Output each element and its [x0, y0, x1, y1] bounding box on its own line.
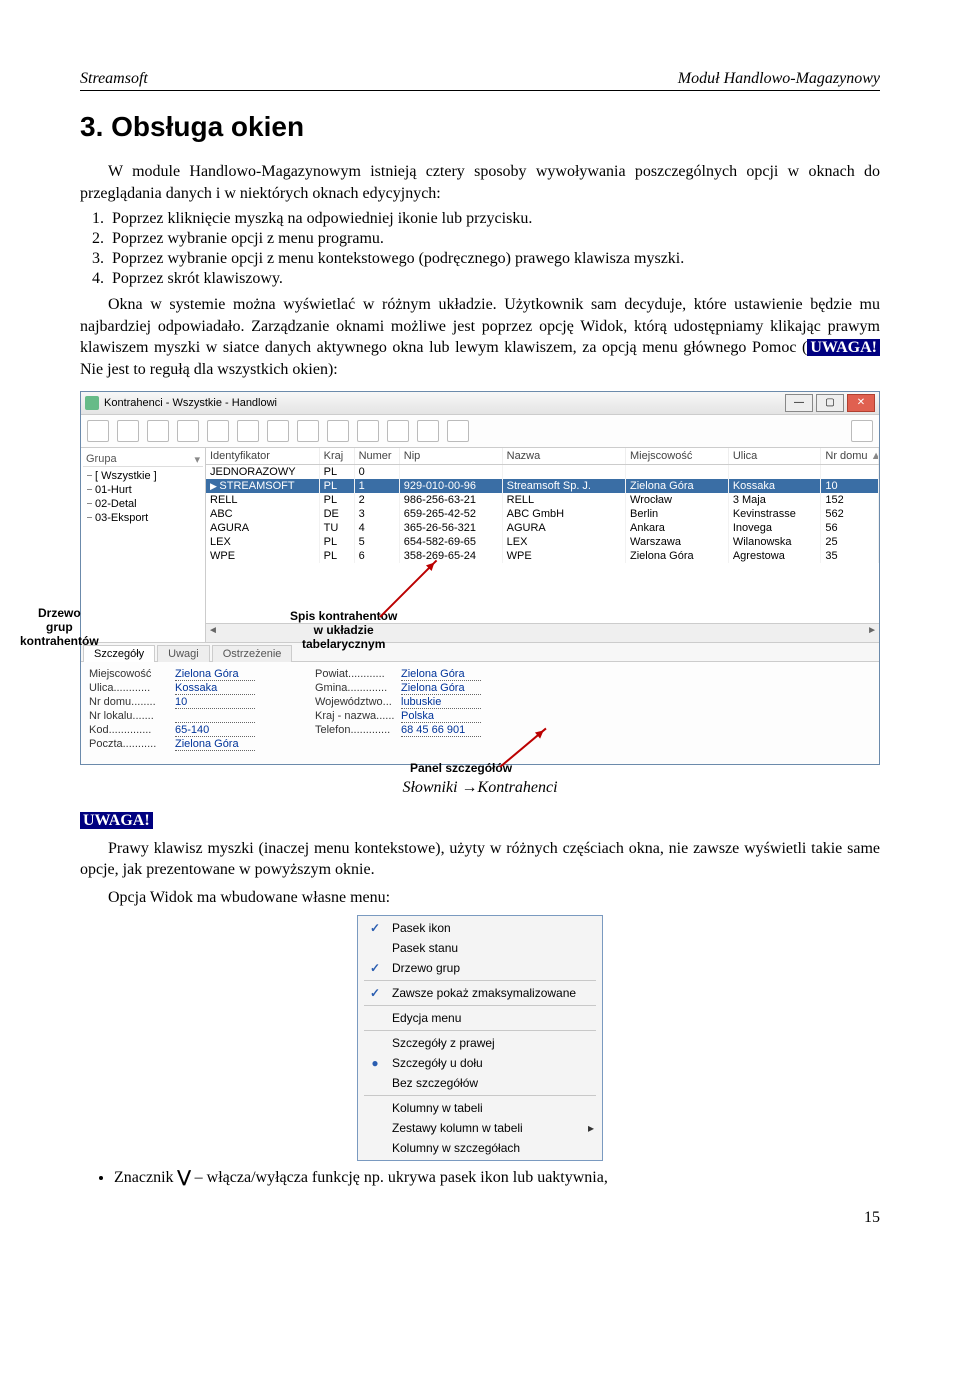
app-window: Kontrahenci - Wszystkie - Handlowi — ▢ ✕… — [80, 391, 880, 765]
menu-item[interactable]: Zestawy kolumn w tabeli▸ — [360, 1118, 600, 1138]
col-header[interactable]: Numer — [354, 448, 399, 465]
menu-item[interactable]: ✓Zawsze pokaż zmaksymalizowane — [360, 983, 600, 1003]
table-row[interactable]: AGURATU4365-26-56-321AGURAAnkaraInovega5… — [206, 521, 879, 535]
table-row[interactable]: RELLPL2986-256-63-21RELLWrocław3 Maja152 — [206, 493, 879, 507]
page-number: 15 — [80, 1209, 880, 1227]
tree-item[interactable]: [ Wszystkie ] — [85, 469, 203, 483]
menu-item[interactable]: Kolumny w szczegółach — [360, 1138, 600, 1158]
minimize-button[interactable]: — — [785, 394, 813, 412]
tree-header: Grupa▾ — [83, 452, 203, 467]
list-item: Poprzez wybranie opcji z menu kontekstow… — [108, 250, 880, 268]
tree-item[interactable]: 01-Hurt — [85, 483, 203, 497]
col-header[interactable]: Nazwa — [502, 448, 625, 465]
menu-item[interactable]: ✓Pasek ikon — [360, 918, 600, 938]
context-menu: ✓Pasek ikonPasek stanu✓Drzewo grup ✓Zawsz… — [357, 915, 603, 1161]
list-item: Poprzez kliknięcie myszką na odpowiednie… — [108, 210, 880, 228]
paragraph-2: Okna w systemie można wyświetlać w różny… — [80, 294, 880, 380]
toolbar-icon[interactable] — [327, 420, 349, 442]
list-item: Poprzez skrót klawiszowy. — [108, 270, 880, 288]
close-button[interactable]: ✕ — [847, 394, 875, 412]
details-panel: Szczegóły Uwagi Ostrzeżenie MiejscowośćZ… — [81, 642, 879, 764]
col-header[interactable]: Miejscowość — [626, 448, 729, 465]
uwaga-paragraph: UWAGA! — [80, 810, 880, 832]
paragraph-3: Prawy klawisz myszki (inaczej menu konte… — [80, 838, 880, 881]
tree-item[interactable]: 02-Detal — [85, 497, 203, 511]
maximize-button[interactable]: ▢ — [816, 394, 844, 412]
toolbar-icon[interactable] — [851, 420, 873, 442]
table-row[interactable]: STREAMSOFTPL1929-010-00-96Streamsoft Sp.… — [206, 479, 879, 493]
titlebar: Kontrahenci - Wszystkie - Handlowi — ▢ ✕ — [81, 392, 879, 415]
toolbar-icon[interactable] — [117, 420, 139, 442]
methods-list: Poprzez kliknięcie myszką na odpowiednie… — [108, 210, 880, 288]
bullet-item: Znacznik ⋁ – włącza/wyłącza funkcję np. … — [114, 1167, 880, 1187]
toolbar-icon[interactable] — [267, 420, 289, 442]
uwaga-badge: UWAGA! — [80, 812, 153, 829]
toolbar-icon[interactable] — [177, 420, 199, 442]
menu-item[interactable]: Kolumny w tabeli — [360, 1098, 600, 1118]
callout-tree: Drzewo grup kontrahentów — [20, 606, 99, 648]
window-title: Kontrahenci - Wszystkie - Handlowi — [104, 397, 277, 409]
callout-panel: Panel szczegółów — [410, 761, 512, 775]
col-header[interactable]: Nr domu ▲ — [821, 448, 879, 465]
toolbar-icon[interactable] — [417, 420, 439, 442]
section-title: 3. Obsługa okien — [80, 111, 880, 143]
menu-item[interactable]: Edycja menu — [360, 1008, 600, 1028]
toolbar-icon[interactable] — [297, 420, 319, 442]
menu-item[interactable]: Szczegóły z prawej — [360, 1033, 600, 1053]
toolbar-icon[interactable] — [447, 420, 469, 442]
figure-caption: Słowniki →Kontrahenci — [80, 777, 880, 799]
list-item: Poprzez wybranie opcji z menu programu. — [108, 230, 880, 248]
tab-ostrzezenie[interactable]: Ostrzeżenie — [212, 645, 293, 662]
toolbar-icon[interactable] — [387, 420, 409, 442]
table-row[interactable]: ABCDE3659-265-42-52ABC GmbHBerlinKevinst… — [206, 507, 879, 521]
toolbar-icon[interactable] — [147, 420, 169, 442]
menu-item[interactable]: ✓Drzewo grup — [360, 958, 600, 978]
header-left: Streamsoft — [80, 70, 148, 88]
toolbar-icon[interactable] — [357, 420, 379, 442]
col-header[interactable]: Identyfikator — [206, 448, 319, 465]
table-row[interactable]: WPEPL6358-269-65-24WPEZielona GóraAgrest… — [206, 549, 879, 563]
table-row[interactable]: LEXPL5654-582-69-65LEXWarszawaWilanowska… — [206, 535, 879, 549]
col-header[interactable]: Ulica — [728, 448, 821, 465]
table-row[interactable]: JEDNORAZOWYPL0 — [206, 464, 879, 479]
toolbar — [81, 415, 879, 448]
uwaga-badge: UWAGA! — [807, 339, 880, 356]
tab-uwagi[interactable]: Uwagi — [157, 645, 210, 662]
page-header: Streamsoft Moduł Handlowo-Magazynowy — [80, 70, 880, 91]
menu-item[interactable]: ●Szczegóły u dołu — [360, 1053, 600, 1073]
intro-paragraph: W module Handlowo-Magazynowym istnieją c… — [80, 161, 880, 204]
header-right: Moduł Handlowo-Magazynowy — [678, 70, 880, 88]
app-icon — [85, 396, 99, 410]
bullet-list: Znacznik ⋁ – włącza/wyłącza funkcję np. … — [114, 1167, 880, 1187]
menu-item[interactable]: Pasek stanu — [360, 938, 600, 958]
col-header[interactable]: Kraj — [319, 448, 354, 465]
toolbar-icon[interactable] — [237, 420, 259, 442]
toolbar-icon[interactable] — [207, 420, 229, 442]
group-tree[interactable]: Grupa▾ [ Wszystkie ] 01-Hurt 02-Detal 03… — [81, 448, 206, 642]
menu-item[interactable]: Bez szczegółów — [360, 1073, 600, 1093]
tree-item[interactable]: 03-Eksport — [85, 511, 203, 525]
paragraph-4: Opcja Widok ma wbudowane własne menu: — [80, 887, 880, 909]
col-header[interactable]: Nip — [399, 448, 502, 465]
toolbar-icon[interactable] — [87, 420, 109, 442]
